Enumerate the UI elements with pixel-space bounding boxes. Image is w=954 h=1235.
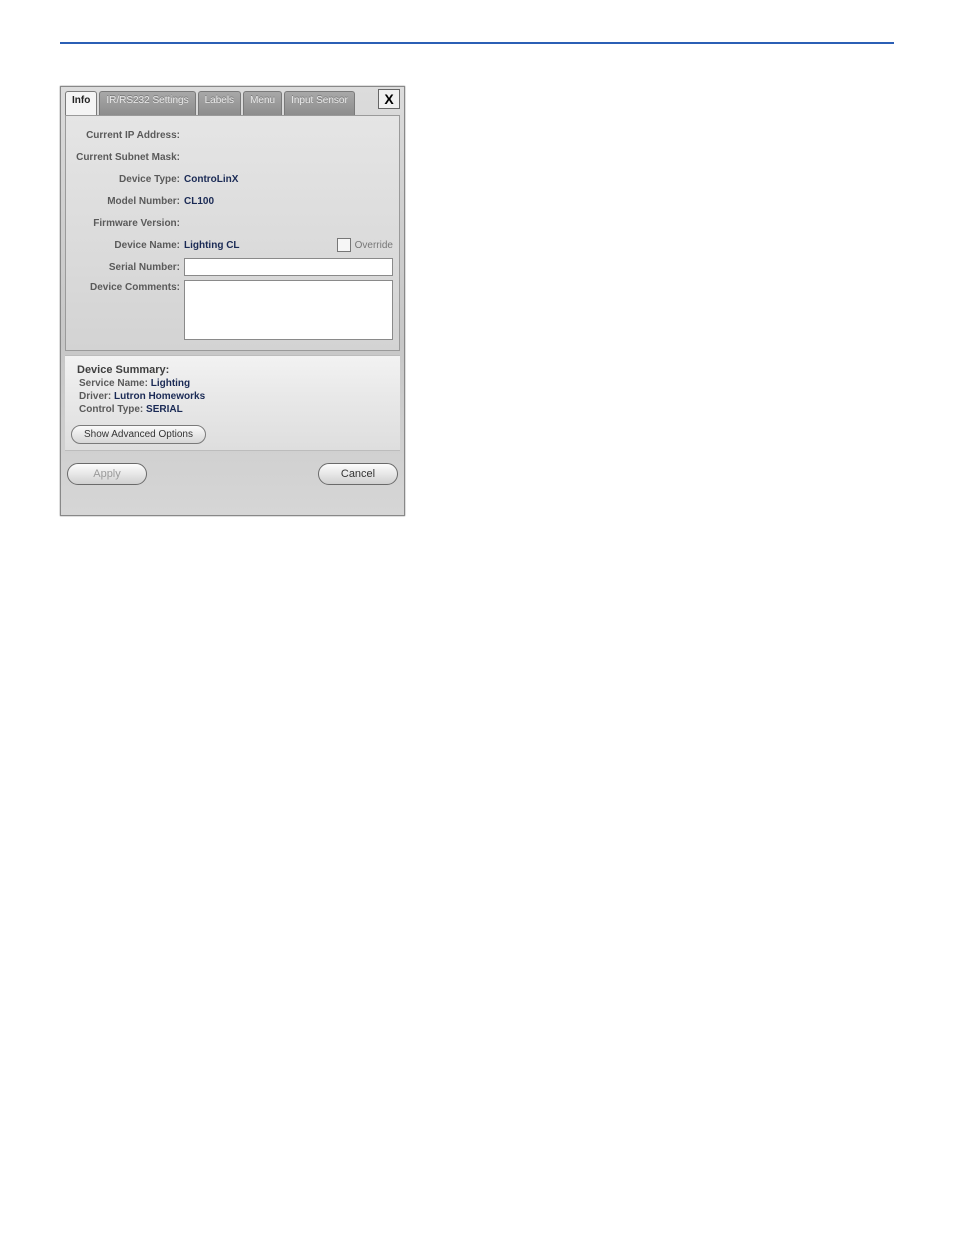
- summary-panel: Device Summary: Service Name: Lighting D…: [65, 355, 400, 451]
- device-type-value: ControLinX: [184, 174, 238, 185]
- show-advanced-button[interactable]: Show Advanced Options: [71, 425, 206, 444]
- device-comments-label: Device Comments:: [72, 280, 184, 293]
- device-name-label: Device Name:: [72, 240, 184, 251]
- service-name-value: Lighting: [151, 378, 190, 389]
- tab-ir-rs232[interactable]: IR/RS232 Settings: [99, 91, 195, 115]
- device-type-label: Device Type:: [72, 174, 184, 185]
- tab-bar: Info IR/RS232 Settings Labels Menu Input…: [65, 91, 400, 115]
- service-name-label: Service Name:: [79, 378, 148, 389]
- apply-button[interactable]: Apply: [67, 463, 147, 485]
- serial-number-label: Serial Number:: [72, 262, 184, 273]
- control-type-value: SERIAL: [146, 404, 183, 415]
- control-type-label: Control Type:: [79, 404, 143, 415]
- device-name-value: Lighting CL: [184, 240, 329, 251]
- dialog-button-row: Apply Cancel: [65, 455, 400, 489]
- model-number-value: CL100: [184, 196, 214, 207]
- firmware-version-label: Firmware Version:: [72, 218, 184, 229]
- tab-info[interactable]: Info: [65, 91, 97, 115]
- override-label: Override: [355, 240, 393, 251]
- driver-label: Driver:: [79, 391, 111, 402]
- cancel-button[interactable]: Cancel: [318, 463, 398, 485]
- serial-number-input[interactable]: [184, 258, 393, 276]
- header-rule: [60, 42, 894, 44]
- current-ip-label: Current IP Address:: [72, 130, 184, 141]
- current-subnet-label: Current Subnet Mask:: [72, 152, 184, 163]
- tab-labels[interactable]: Labels: [198, 91, 241, 115]
- close-icon[interactable]: X: [378, 89, 400, 109]
- tab-menu[interactable]: Menu: [243, 91, 282, 115]
- device-summary-heading: Device Summary:: [77, 364, 394, 376]
- model-number-label: Model Number:: [72, 196, 184, 207]
- device-info-dialog: Info IR/RS232 Settings Labels Menu Input…: [60, 86, 405, 516]
- tab-input-sensor[interactable]: Input Sensor: [284, 91, 355, 115]
- override-checkbox[interactable]: [337, 238, 351, 252]
- driver-value: Lutron Homeworks: [114, 391, 205, 402]
- device-comments-input[interactable]: [184, 280, 393, 340]
- info-panel: Current IP Address: Current Subnet Mask:…: [65, 115, 400, 351]
